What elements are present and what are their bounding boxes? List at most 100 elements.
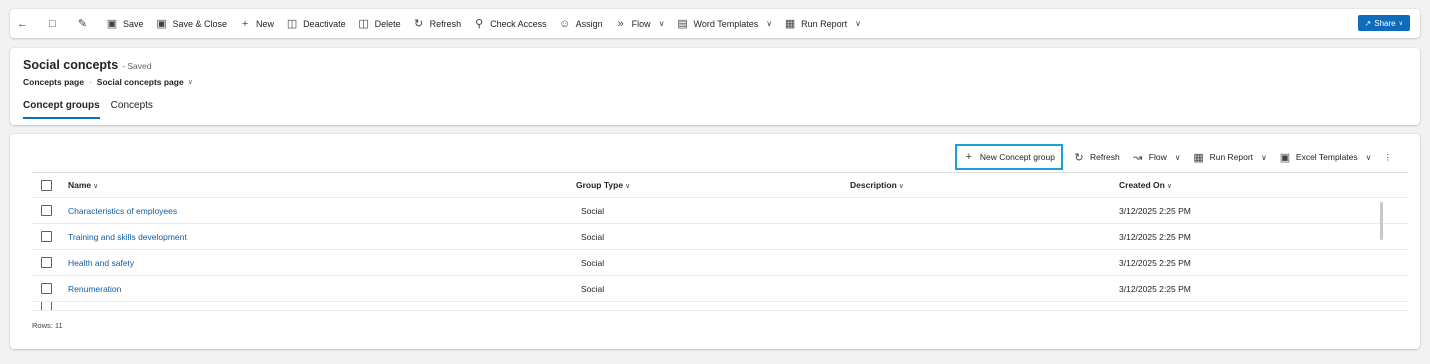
chevron-down-icon: ∨ [1166,183,1172,190]
column-header-description[interactable]: Description ∨ [850,180,1119,190]
tab-concept-groups[interactable]: Concept groups [23,100,100,119]
subgrid-toolbar: + New Concept group ↻ Refresh ↝ Flow ∨ ▦ Run … [954,143,1399,172]
back-arrow-icon: ← [17,17,28,30]
row-checkbox[interactable] [41,231,52,242]
back-button[interactable]: ← [10,9,40,38]
tab-list: Concept groups Concepts [23,100,164,119]
share-label: Share [1374,18,1396,28]
tab-concepts[interactable]: Concepts [111,100,153,119]
chevron-down-icon: ∨ [625,183,631,190]
assign-button[interactable]: ☺ Assign [553,9,609,38]
refresh-label: Refresh [429,18,462,29]
table-row[interactable]: Renumeration Social 3/12/2025 2:25 PM [32,276,1408,302]
word-icon: ▤ [677,18,688,30]
new-concept-group-button[interactable]: + New Concept group [954,144,1063,170]
chevron-down-icon[interactable]: ∨ [188,78,193,86]
table-row[interactable]: Training and skills development Social 3… [32,224,1408,250]
excel-templates-button[interactable]: ▣ Excel Templates ∨ [1273,143,1378,172]
page-title: Social concepts - Saved [23,58,151,72]
row-created-on: 3/12/2025 2:25 PM [1119,231,1191,242]
breadcrumb: Concepts page · Social concepts page ∨ [23,77,193,87]
row-created-on: 3/12/2025 2:25 PM [1119,205,1191,216]
open-new-window-button[interactable]: □ [40,9,70,38]
row-created-on: 3/12/2025 2:25 PM [1119,283,1191,294]
grid-refresh-label: Refresh [1090,152,1120,162]
check-access-label: Check Access [490,18,547,29]
row-checkbox[interactable] [41,205,52,216]
chevron-down-icon: ∨ [658,19,665,28]
grid-refresh-button[interactable]: ↻ Refresh [1067,143,1126,172]
row-checkbox[interactable] [41,302,52,310]
word-templates-label: Word Templates [693,18,759,29]
more-options-icon[interactable]: ⋮ [1378,143,1399,172]
column-header-name[interactable]: Name ∨ [68,180,576,190]
row-checkbox[interactable] [41,257,52,268]
column-name-label: Name [68,180,92,190]
row-name-link[interactable]: Health and safety [68,258,134,268]
chevron-down-icon: ∨ [766,19,773,28]
check-access-button[interactable]: ⚲ Check Access [467,9,553,38]
window-icon: □ [49,17,56,30]
row-checkbox[interactable] [41,283,52,294]
row-name-link[interactable]: Training and skills development [68,232,187,242]
assign-icon: ☺ [559,17,571,30]
save-close-label: Save & Close [172,18,228,29]
flow-icon: ↝ [1133,151,1143,164]
save-button[interactable]: ▣ Save [100,9,150,38]
edit-button[interactable]: ✎ [70,9,100,38]
delete-label: Delete [374,18,401,29]
save-icon: ▣ [106,18,118,30]
row-group-type: Social [581,231,605,242]
column-header-created-on[interactable]: Created On ∨ [1119,180,1408,190]
share-icon: ↗ [1364,18,1372,28]
save-close-icon: ▣ [156,18,167,30]
column-group-type-label: Group Type [576,180,624,190]
row-group-type: Social [581,283,605,294]
chevron-down-icon: ∨ [93,183,99,190]
plus-icon: + [241,17,249,30]
grid-header-row: Name ∨ Group Type ∨ Description ∨ Created O… [32,172,1408,198]
trash-icon: ◫ [358,18,369,30]
report-icon: ▦ [784,18,796,30]
edit-icon: ✎ [77,18,88,30]
form-selector[interactable]: Social concepts page [97,77,184,87]
column-created-on-label: Created On [1119,180,1165,190]
table-row[interactable]: Health and safety Social 3/12/2025 2:25 … [32,250,1408,276]
refresh-icon: ↻ [414,18,424,30]
row-count: Rows: 11 [32,321,63,330]
run-report-button[interactable]: ▦ Run Report ∨ [778,9,867,38]
column-description-label: Description [850,180,897,190]
grid-run-report-button[interactable]: ▦ Run Report ∨ [1187,143,1273,172]
chevron-down-icon: ∨ [855,19,861,28]
share-button[interactable]: ↗ Share ∨ [1357,15,1410,31]
word-templates-button[interactable]: ▤ Word Templates ∨ [671,9,779,38]
grid-flow-button[interactable]: ↝ Flow ∨ [1126,143,1187,172]
table-row[interactable]: Characteristics of employees Social 3/12… [32,198,1408,224]
column-header-group-type[interactable]: Group Type ∨ [576,180,850,190]
refresh-button[interactable]: ↻ Refresh [407,9,468,38]
breadcrumb-entity: Concepts page [23,77,84,87]
row-name-link[interactable]: Renumeration [68,284,121,294]
select-all-checkbox[interactable] [41,179,52,191]
chevron-down-icon: ∨ [1174,152,1181,162]
table-row-partial [32,302,1408,311]
deactivate-button[interactable]: ◫ Deactivate [280,9,352,38]
save-label: Save [123,18,144,29]
grid-run-report-label: Run Report [1209,152,1254,162]
row-name-link[interactable]: Characteristics of employees [68,206,177,216]
flow-button[interactable]: » Flow ∨ [609,9,671,38]
save-close-button[interactable]: ▣ Save & Close [150,9,234,38]
new-concept-group-label: New Concept group [979,152,1055,162]
delete-button[interactable]: ◫ Delete [352,9,407,38]
subgrid-card: + New Concept group ↻ Refresh ↝ Flow ∨ ▦ Run … [10,134,1420,349]
grid-scrollbar[interactable] [1380,202,1383,240]
check-access-icon: ⚲ [475,18,484,30]
plus-icon: + [965,151,973,163]
chevron-down-icon: ∨ [1365,152,1372,162]
breadcrumb-separator: · [88,77,92,87]
flow-icon: » [617,17,624,30]
record-title-text: Social concepts [23,58,119,72]
row-group-type: Social [581,257,605,268]
new-button[interactable]: + New [233,9,280,38]
row-group-type: Social [581,205,605,216]
